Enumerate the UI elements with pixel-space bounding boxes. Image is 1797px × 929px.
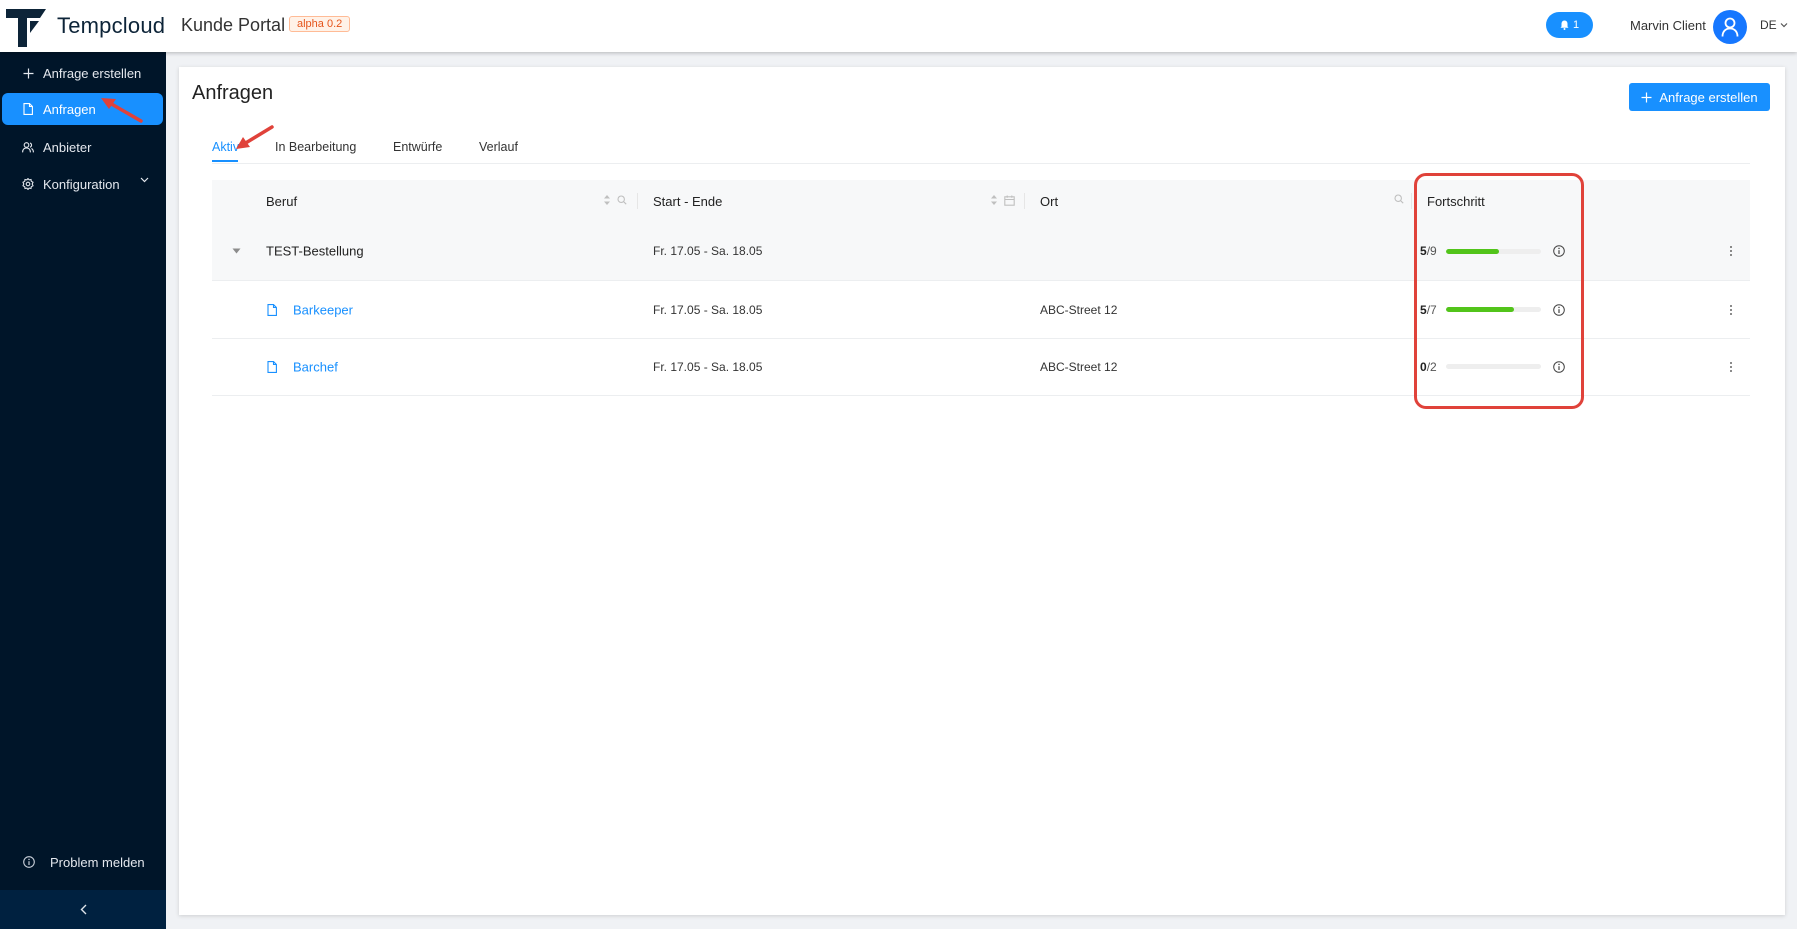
more-vertical-icon[interactable] xyxy=(1729,361,1733,373)
tempcloud-logo-icon[interactable] xyxy=(6,7,46,47)
tab-entwuerfe[interactable]: Entwürfe xyxy=(393,140,442,154)
user-icon xyxy=(1721,17,1739,37)
group-dates: Fr. 17.05 - Sa. 18.05 xyxy=(653,244,763,258)
info-icon xyxy=(22,856,36,868)
gear-icon xyxy=(21,178,35,190)
page-title: Anfragen xyxy=(192,82,274,104)
column-divider xyxy=(1024,193,1025,209)
bell-icon xyxy=(1560,20,1569,30)
report-problem-label: Problem melden xyxy=(50,854,145,870)
tab-verlauf[interactable]: Verlauf xyxy=(479,140,518,154)
sidebar-item-label: Konfiguration xyxy=(43,176,120,192)
column-divider xyxy=(637,193,638,209)
search-icon[interactable] xyxy=(617,195,627,205)
create-request-button[interactable]: Anfrage erstellen xyxy=(1629,83,1770,111)
chevron-down-icon xyxy=(140,177,149,183)
file-icon xyxy=(21,103,35,115)
plus-icon xyxy=(21,68,35,79)
sidebar-item-label: Anbieter xyxy=(43,139,92,155)
sidebar: Anfrage erstellen Anfragen Anbieter Konf… xyxy=(0,52,166,929)
more-vertical-icon[interactable] xyxy=(1729,245,1733,257)
sidebar-item-anbieter[interactable]: Anbieter xyxy=(2,131,163,163)
top-header: Tempcloud Kunde Portal alpha 0.2 1 Marvi… xyxy=(0,0,1797,52)
beruf-link[interactable]: Barchef xyxy=(293,359,338,374)
column-header-beruf[interactable]: Beruf xyxy=(266,194,297,209)
avatar[interactable] xyxy=(1713,10,1747,44)
users-icon xyxy=(21,141,35,153)
notifications-button[interactable]: 1 xyxy=(1546,12,1593,38)
chevron-left-icon xyxy=(80,904,86,915)
annotation-highlight-box xyxy=(1414,173,1584,409)
sidebar-item-label: Anfragen xyxy=(43,101,96,117)
sort-icon[interactable] xyxy=(990,194,998,206)
active-tab-indicator xyxy=(212,160,238,162)
column-header-ort[interactable]: Ort xyxy=(1040,194,1058,209)
calendar-icon[interactable] xyxy=(1004,195,1015,206)
row-dates: Fr. 17.05 - Sa. 18.05 xyxy=(653,359,763,374)
user-name[interactable]: Marvin Client xyxy=(1630,18,1706,33)
language-label: DE xyxy=(1760,18,1777,32)
report-problem-link[interactable]: Problem melden xyxy=(2,846,163,878)
annotation-arrow-icon xyxy=(101,98,143,123)
column-header-start-ende[interactable]: Start - Ende xyxy=(653,194,722,209)
file-icon xyxy=(267,303,277,316)
tab-bar: Aktiv In Bearbeitung Entwürfe Verlauf xyxy=(212,129,1750,164)
plus-icon xyxy=(1641,92,1652,102)
search-icon[interactable] xyxy=(1394,194,1404,204)
portal-name: Kunde Portal xyxy=(181,15,286,35)
create-request-label: Anfrage erstellen xyxy=(1659,89,1758,105)
file-icon xyxy=(267,360,277,373)
sort-icon[interactable] xyxy=(603,194,611,206)
tab-in-bearbeitung[interactable]: In Bearbeitung xyxy=(275,140,356,154)
sidebar-collapse-button[interactable] xyxy=(0,890,166,929)
row-location: ABC-Street 12 xyxy=(1040,302,1118,317)
sidebar-item-anfrage-erstellen[interactable]: Anfrage erstellen xyxy=(2,57,163,89)
sidebar-item-label: Anfrage erstellen xyxy=(43,65,142,81)
group-name: TEST-Bestellung xyxy=(266,243,364,259)
sidebar-item-konfiguration[interactable]: Konfiguration xyxy=(2,168,163,200)
row-location: ABC-Street 12 xyxy=(1040,359,1118,374)
brand-name[interactable]: Tempcloud xyxy=(57,13,165,39)
caret-down-icon[interactable] xyxy=(232,248,241,254)
language-selector[interactable]: DE xyxy=(1760,18,1788,32)
beruf-link[interactable]: Barkeeper xyxy=(293,302,353,317)
notifications-count: 1 xyxy=(1572,19,1580,31)
more-vertical-icon[interactable] xyxy=(1729,304,1733,316)
annotation-arrow-icon xyxy=(236,125,274,149)
version-badge: alpha 0.2 xyxy=(289,16,351,32)
row-dates: Fr. 17.05 - Sa. 18.05 xyxy=(653,302,763,317)
chevron-down-icon xyxy=(1780,23,1788,28)
column-divider xyxy=(1411,193,1412,209)
